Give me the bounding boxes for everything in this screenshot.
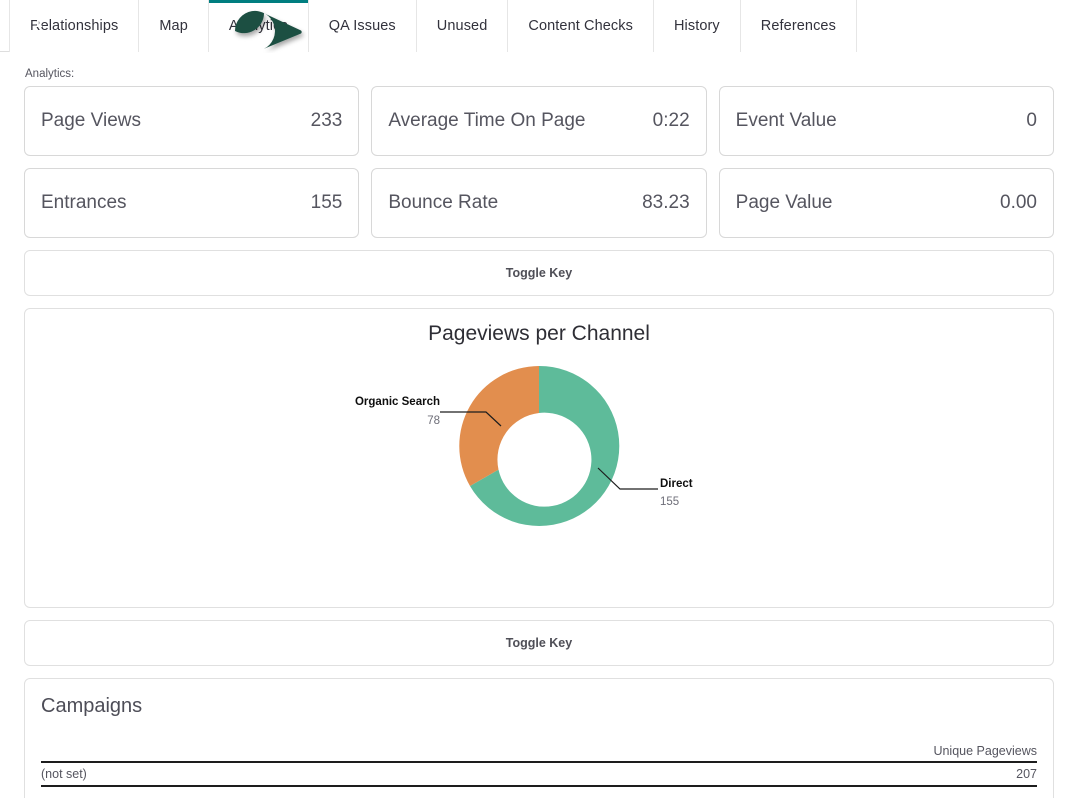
metric-value: 155 — [311, 192, 343, 214]
donut-label-organic-search: Organic Search — [355, 396, 440, 408]
metric-value: 0 — [1026, 110, 1037, 132]
tab-references[interactable]: References — [741, 0, 857, 52]
metric-card-bounce-rate: Bounce Rate 83.23 — [371, 168, 706, 238]
donut-chart-container: Organic Search 78 Direct 155 — [25, 355, 1053, 575]
donut-value-direct: 155 — [660, 496, 679, 508]
tab-bar: RelationshipsMapAnalyticsQA IssuesUnused… — [0, 0, 936, 52]
tab-count-badge-value: 61 — [12, 10, 52, 33]
metric-label: Event Value — [736, 110, 837, 132]
analytics-content: Analytics: Page Views 233 Average Time On … — [0, 68, 1078, 798]
tab-analytics[interactable]: Analytics — [209, 0, 309, 52]
metric-label: Average Time On Page — [388, 110, 585, 132]
donut-slice-organic-search[interactable] — [459, 366, 539, 486]
tab-bar-filler — [857, 0, 936, 52]
metric-card-row-top: Page Views 233 Average Time On Page 0:22 Eve… — [24, 86, 1054, 156]
campaigns-table: Unique Pageviews (not set)207 — [41, 744, 1037, 787]
campaigns-col-unique-pageviews: Unique Pageviews — [347, 744, 1037, 762]
metric-value: 233 — [311, 110, 343, 132]
campaign-name: (not set) — [41, 762, 347, 786]
metric-label: Page Views — [41, 110, 141, 132]
tab-history[interactable]: History — [654, 0, 741, 52]
campaigns-table-header-row: Unique Pageviews — [41, 744, 1037, 762]
metric-card-page-value: Page Value 0.00 — [719, 168, 1054, 238]
campaign-unique-pageviews: 207 — [347, 762, 1037, 786]
campaigns-panel: Campaigns Unique Pageviews (not set)207 — [24, 678, 1054, 798]
tab-content-checks[interactable]: Content Checks — [508, 0, 654, 52]
donut-value-organic-search: 78 — [427, 415, 440, 427]
donut-label-direct: Direct — [660, 478, 693, 490]
pageviews-per-channel-panel: Pageviews per Channel Organic Search 78 … — [24, 308, 1054, 608]
metric-value: 0:22 — [653, 110, 690, 132]
tab-qa-issues[interactable]: QA Issues — [309, 0, 417, 52]
metric-card-row-bottom: Entrances 155 Bounce Rate 83.23 Page Value 0.… — [24, 168, 1054, 238]
metric-card-average-time-on-page: Average Time On Page 0:22 — [371, 86, 706, 156]
metric-value: 83.23 — [642, 192, 690, 214]
tab-unused[interactable]: Unused — [417, 0, 509, 52]
metric-label: Entrances — [41, 192, 127, 214]
tab-list: RelationshipsMapAnalyticsQA IssuesUnused… — [9, 0, 936, 52]
chart-title: Pageviews per Channel — [25, 309, 1053, 346]
tab-map[interactable]: Map — [139, 0, 209, 52]
metric-card-entrances: Entrances 155 — [24, 168, 359, 238]
campaigns-title: Campaigns — [41, 695, 1037, 718]
toggle-key-button-campaigns[interactable]: Toggle Key — [24, 620, 1054, 666]
campaigns-col-name — [41, 744, 347, 762]
toggle-key-button-chart[interactable]: Toggle Key — [24, 250, 1054, 296]
table-row: (not set)207 — [41, 762, 1037, 786]
metric-card-event-value: Event Value 0 — [719, 86, 1054, 156]
analytics-section-label: Analytics: — [25, 68, 1054, 80]
metric-value: 0.00 — [1000, 192, 1037, 214]
donut-chart: Organic Search 78 Direct 155 — [239, 355, 839, 575]
metric-label: Bounce Rate — [388, 192, 498, 214]
metric-label: Page Value — [736, 192, 833, 214]
metric-card-page-views: Page Views 233 — [24, 86, 359, 156]
